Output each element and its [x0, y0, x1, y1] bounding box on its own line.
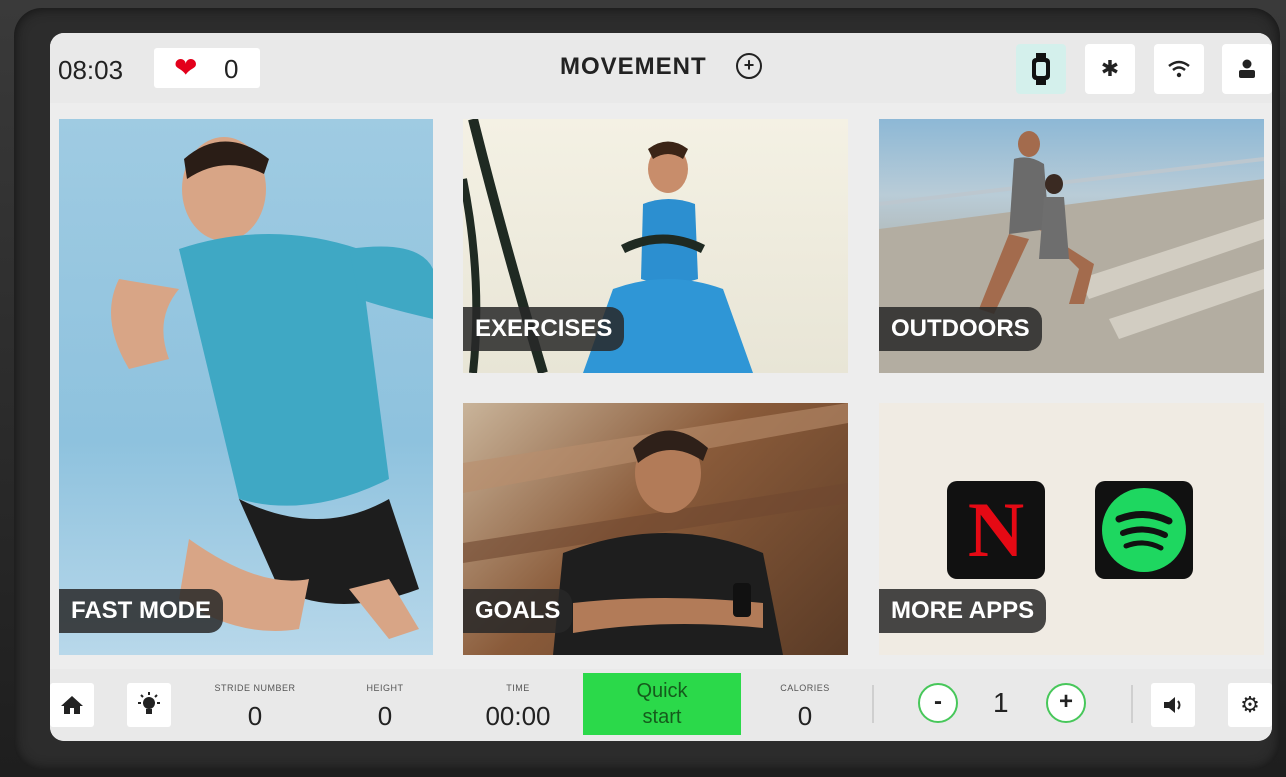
heart-icon: ❤ — [174, 52, 198, 83]
tile-goals[interactable]: GOALS — [463, 403, 848, 655]
home-icon — [61, 696, 83, 714]
quick-start-label-line2: start — [642, 706, 682, 728]
heart-rate-display: ❤ 0 — [154, 48, 260, 88]
height-label: HEIGHT — [366, 683, 404, 693]
tile-label-more-apps: MORE APPS — [879, 589, 1047, 633]
tile-label-outdoors: OUTDOORS — [879, 307, 1042, 351]
user-icon — [1239, 59, 1255, 78]
time-label: TIME — [506, 683, 530, 693]
tile-more-apps[interactable]: N MORE APPS — [879, 403, 1264, 655]
gear-icon: ⚙ — [1240, 692, 1260, 717]
home-button[interactable] — [50, 683, 94, 727]
volume-button[interactable] — [1151, 683, 1195, 727]
bluetooth-icon: ✱ — [1100, 56, 1120, 81]
tile-outdoors[interactable]: OUTDOORS — [879, 119, 1264, 373]
brand-mark-icon: + — [736, 53, 762, 79]
clock: 08:03 — [58, 55, 124, 85]
athlete-image — [111, 137, 433, 639]
bottom-bar: STRIDE NUMBER 0 HEIGHT 0 TIME 00:00 Quic… — [50, 669, 1272, 741]
calories-value: 0 — [797, 701, 813, 731]
height-stat: HEIGHT 0 — [340, 683, 430, 732]
height-value: 0 — [377, 701, 393, 731]
time-stat: TIME 00:00 — [470, 683, 566, 732]
watch-button[interactable] — [1016, 44, 1066, 94]
bluetooth-button[interactable]: ✱ — [1085, 44, 1135, 94]
spotify-icon — [1102, 488, 1186, 572]
heart-rate-value: 0 — [224, 54, 239, 84]
level-increase-button[interactable]: + — [1046, 683, 1086, 723]
light-button[interactable] — [127, 683, 171, 727]
quick-start-button[interactable]: Quick start — [583, 673, 741, 735]
user-button[interactable] — [1222, 44, 1272, 94]
level-value: 1 — [993, 687, 1009, 718]
divider — [1131, 685, 1133, 723]
wifi-button[interactable] — [1154, 44, 1204, 94]
tile-fast-mode[interactable]: FAST MODE — [59, 119, 433, 655]
wifi-icon — [1168, 60, 1190, 78]
tile-label-exercises: EXERCISES — [463, 307, 625, 351]
netflix-app-button[interactable]: N — [947, 481, 1045, 579]
stride-number-value: 0 — [247, 701, 263, 731]
brand-logo-text: MOVEMENT — [560, 53, 707, 80]
stride-number-stat: STRIDE NUMBER 0 — [200, 683, 310, 732]
time-value: 00:00 — [485, 701, 551, 731]
watch-icon — [1032, 53, 1050, 85]
quick-start-label-line1: Quick — [636, 680, 688, 702]
settings-button[interactable]: ⚙ — [1228, 683, 1272, 727]
lightbulb-icon — [138, 692, 160, 714]
tile-exercises[interactable]: EXERCISES — [463, 119, 848, 373]
calories-stat: CALORIES 0 — [760, 683, 850, 732]
spotify-app-button[interactable] — [1095, 481, 1193, 579]
calories-label: CALORIES — [780, 683, 830, 693]
divider — [872, 685, 874, 723]
screen: 08:03 ❤ 0 MOVEMENT + ✱ FAST MODE EXERCIS… — [50, 33, 1272, 741]
tile-label-fast-mode: FAST MODE — [59, 589, 224, 633]
speaker-icon — [1164, 697, 1181, 713]
level-decrease-button[interactable]: - — [918, 683, 958, 723]
netflix-icon: N — [967, 486, 1025, 573]
tile-label-goals: GOALS — [463, 589, 573, 633]
top-bar: 08:03 ❤ 0 MOVEMENT + ✱ — [50, 33, 1272, 103]
stride-number-label: STRIDE NUMBER — [214, 683, 296, 693]
